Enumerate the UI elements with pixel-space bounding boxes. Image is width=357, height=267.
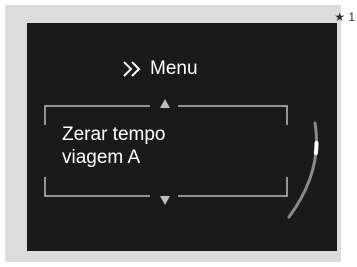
scroll-thumb [313, 140, 319, 155]
double-chevron-right-icon [122, 60, 150, 78]
triangle-down-icon[interactable] [157, 193, 173, 211]
triangle-up-icon[interactable] [157, 97, 173, 115]
instrument-display: Menu Zerar tempo viagem A [27, 23, 337, 251]
scroll-track [287, 121, 319, 219]
menu-item-label: Zerar tempo viagem A [62, 124, 166, 168]
menu-header[interactable]: Menu [122, 54, 198, 84]
menu-title: Menu [150, 58, 198, 79]
menu-item-selector[interactable]: Zerar tempo viagem A [44, 99, 288, 205]
scroll-indicator [285, 121, 325, 221]
footnote-marker: ★ 1 [334, 10, 355, 24]
